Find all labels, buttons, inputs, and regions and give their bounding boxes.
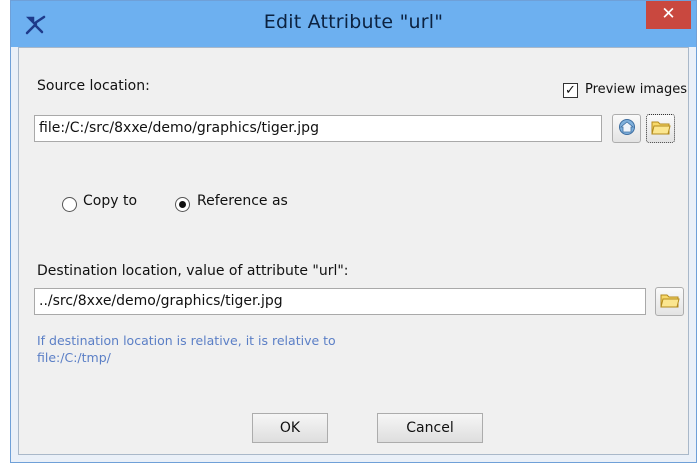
url-chooser-icon	[618, 118, 636, 140]
relative-path-hint-line1: If destination location is relative, it …	[37, 333, 336, 348]
source-location-input[interactable]: file:/C:/src/8xxe/demo/graphics/tiger.jp…	[34, 115, 602, 142]
copy-to-radio[interactable]	[62, 197, 77, 212]
reference-as-radio[interactable]	[175, 197, 190, 212]
edit-attribute-dialog: Edit Attribute "url" ✕ Source location: …	[10, 0, 697, 463]
destination-location-label: Destination location, value of attribute…	[37, 263, 349, 279]
source-browse-button[interactable]	[646, 114, 675, 143]
dialog-body: Source location: ✓ Preview images file:/…	[18, 47, 689, 455]
window-title: Edit Attribute "url"	[263, 11, 444, 33]
ok-button[interactable]: OK	[252, 413, 328, 443]
cancel-button[interactable]: Cancel	[377, 413, 483, 443]
url-chooser-button[interactable]	[612, 114, 641, 143]
preview-images-label[interactable]: Preview images	[585, 82, 687, 97]
preview-images-checkbox[interactable]: ✓	[563, 83, 578, 98]
destination-browse-button[interactable]	[655, 287, 684, 316]
relative-path-hint: If destination location is relative, it …	[37, 332, 336, 366]
title-bar[interactable]: Edit Attribute "url" ✕	[11, 1, 696, 47]
reference-as-label[interactable]: Reference as	[197, 193, 288, 209]
destination-location-input[interactable]: ../src/8xxe/demo/graphics/tiger.jpg	[34, 288, 646, 315]
source-location-label: Source location:	[37, 78, 150, 94]
folder-icon	[659, 291, 680, 313]
close-button[interactable]: ✕	[646, 1, 691, 29]
folder-icon	[650, 118, 671, 140]
relative-path-hint-line2: file:/C:/tmp/	[37, 350, 111, 365]
copy-to-label[interactable]: Copy to	[83, 193, 137, 209]
